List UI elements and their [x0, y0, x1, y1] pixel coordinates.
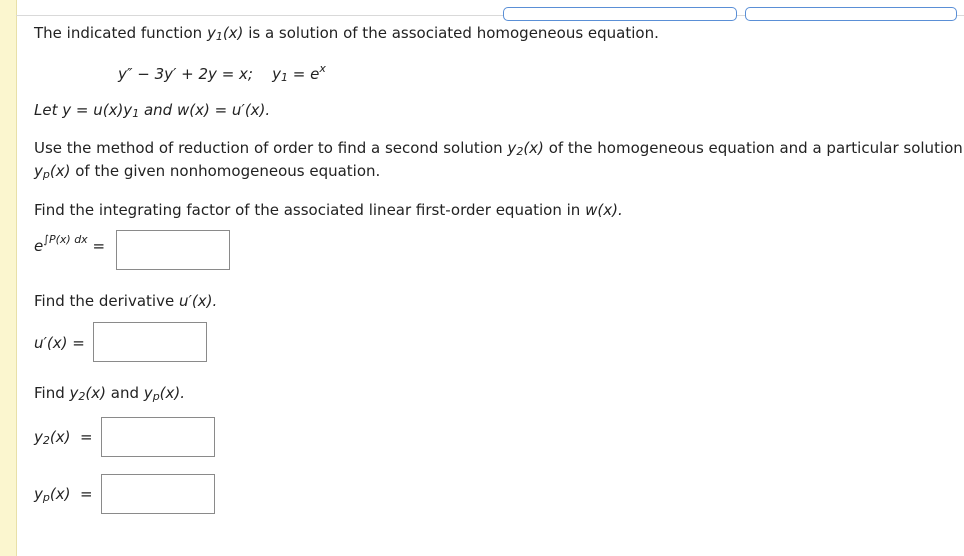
- top-divider: [16, 7, 964, 21]
- yp-label: yp(x) =: [34, 485, 93, 504]
- y2-label: y2(x) =: [34, 428, 93, 447]
- yp-input[interactable]: [101, 474, 215, 514]
- y2-input[interactable]: [101, 417, 215, 457]
- derivative-prompt: Find the derivative u′(x).: [34, 292, 218, 310]
- method-line-2: yp(x) of the given nonhomogeneous equati…: [34, 162, 381, 181]
- let-line: Let y = u(x)y1 and w(x) = u′(x).: [34, 101, 271, 120]
- method-line-1: Use the method of reduction of order to …: [34, 139, 963, 158]
- top-tab-button-2[interactable]: [745, 7, 957, 21]
- integrating-factor-label: e∫P(x) dx =: [34, 233, 106, 255]
- find-y-prompt: Find y2(x) and yp(x).: [34, 384, 186, 403]
- intro-line: The indicated function y1(x) is a soluti…: [34, 24, 659, 43]
- top-tab-button-1[interactable]: [503, 7, 737, 21]
- u-prime-label: u′(x) =: [34, 334, 85, 352]
- u-prime-input[interactable]: [93, 322, 207, 362]
- left-margin-bar: [0, 0, 17, 556]
- integrating-factor-input[interactable]: [116, 230, 230, 270]
- equation-line: y″ − 3y′ + 2y = x; y1 = ex: [118, 62, 326, 84]
- integrating-factor-prompt: Find the integrating factor of the assoc…: [34, 201, 623, 219]
